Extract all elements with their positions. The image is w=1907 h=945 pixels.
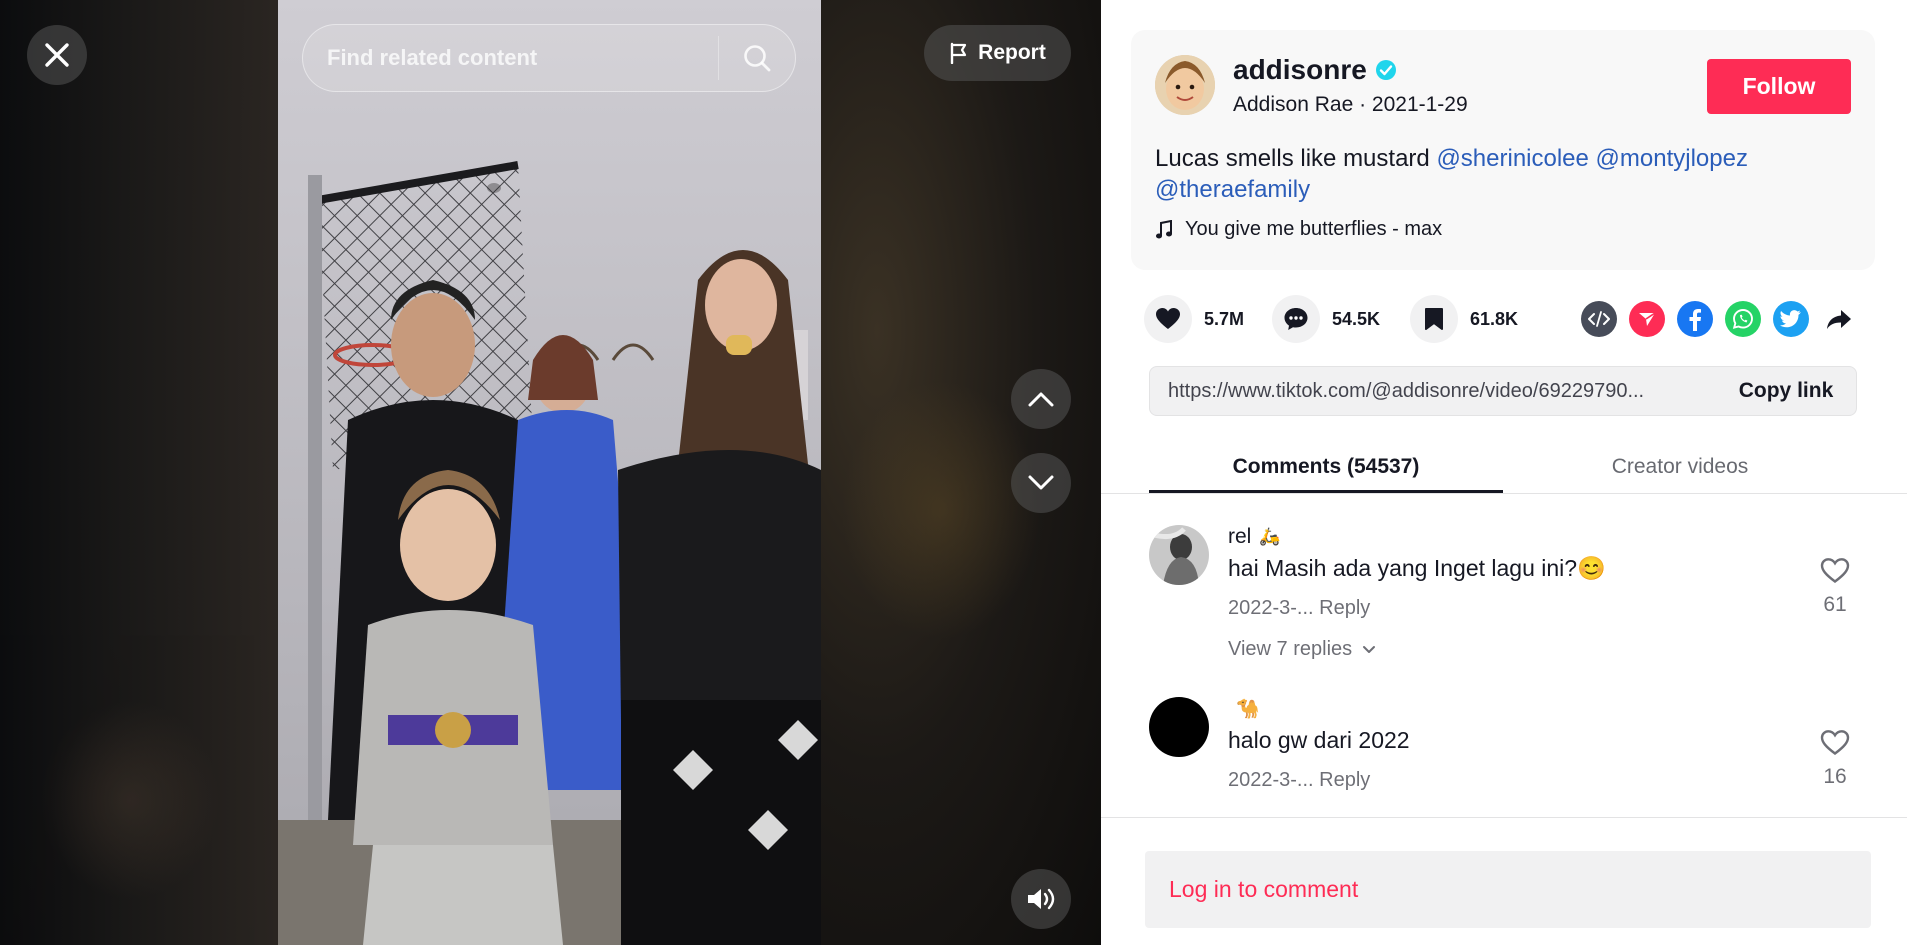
like-button[interactable] — [1144, 295, 1192, 343]
comment-meta: 2022-3-... Reply — [1228, 769, 1370, 792]
close-icon — [45, 43, 69, 67]
author-username[interactable]: addisonre — [1233, 54, 1397, 86]
bookmark-icon — [1425, 308, 1443, 330]
search-input[interactable] — [303, 24, 718, 92]
mention-link[interactable]: @theraefamily — [1155, 176, 1310, 203]
video-link-field[interactable]: https://www.tiktok.com/@addisonre/video/… — [1149, 366, 1857, 416]
author-display-name: Addison Rae — [1233, 93, 1354, 116]
commenter-avatar[interactable] — [1149, 525, 1209, 585]
more-share-button[interactable] — [1821, 301, 1857, 337]
divider — [1101, 817, 1907, 818]
heart-icon — [1156, 308, 1180, 329]
search-bar[interactable] — [302, 24, 796, 92]
music-note-icon — [1156, 219, 1172, 238]
facebook-icon — [1689, 309, 1701, 331]
comment-button[interactable] — [1272, 295, 1320, 343]
details-panel: addisonre Addison Rae · 2021-1-29 Follow… — [1101, 0, 1907, 945]
comment-like-button[interactable]: 16 — [1811, 729, 1859, 789]
video-scene-illustration — [278, 0, 821, 945]
embed-icon — [1588, 311, 1610, 327]
next-video-button[interactable] — [1011, 453, 1071, 513]
music-link[interactable]: You give me butterflies - max — [1155, 218, 1442, 241]
comment-date: 2022-3-... — [1228, 769, 1314, 791]
embed-button[interactable] — [1581, 301, 1617, 337]
video-link-url[interactable]: https://www.tiktok.com/@addisonre/video/… — [1150, 380, 1716, 403]
twitter-icon — [1780, 310, 1801, 328]
description-text: Lucas smells like mustard — [1155, 145, 1437, 172]
comment-like-button[interactable]: 61 — [1811, 557, 1859, 617]
commenter-avatar[interactable] — [1149, 697, 1209, 757]
save-stat: 61.8K — [1410, 295, 1518, 343]
commenter-name-emoji: 🐪 — [1236, 699, 1260, 720]
author-avatar-image — [1155, 55, 1215, 115]
send-to-friends-button[interactable] — [1629, 301, 1665, 337]
comment-stat: 54.5K — [1272, 295, 1380, 343]
mention-link[interactable]: @sherinicolee — [1436, 145, 1588, 172]
comment-meta: 2022-3-... Reply — [1228, 597, 1370, 620]
comment-text: halo gw dari 2022 — [1228, 727, 1410, 753]
whatsapp-icon — [1732, 309, 1753, 329]
reply-button[interactable]: Reply — [1319, 769, 1370, 791]
post-date: 2021-1-29 — [1371, 93, 1468, 116]
music-title: You give me butterflies - max — [1185, 218, 1443, 240]
save-button[interactable] — [1410, 295, 1458, 343]
commenter-name-emoji: 🛵 — [1259, 527, 1281, 546]
chevron-up-icon — [1028, 392, 1054, 407]
author-avatar[interactable] — [1155, 55, 1215, 115]
comment-bubble-icon — [1284, 308, 1308, 330]
flag-icon — [950, 42, 967, 64]
follow-button[interactable]: Follow — [1707, 59, 1851, 114]
volume-button[interactable] — [1011, 869, 1071, 929]
share-facebook-button[interactable] — [1677, 301, 1713, 337]
view-replies-label: View 7 replies — [1228, 638, 1353, 660]
tab-comments[interactable]: Comments (54537) — [1149, 443, 1503, 493]
author-username-text: addisonre — [1233, 54, 1367, 85]
commenter-avatar-image — [1149, 525, 1209, 585]
comment-like-count: 16 — [1823, 765, 1847, 788]
like-stat: 5.7M — [1144, 295, 1244, 343]
heart-outline-icon — [1820, 558, 1850, 583]
comment-like-count: 61 — [1823, 593, 1847, 616]
share-whatsapp-button[interactable] — [1725, 301, 1761, 337]
video-player[interactable]: Report — [0, 0, 1101, 945]
meta-separator: · — [1359, 93, 1372, 116]
speaker-icon — [1028, 888, 1055, 910]
copy-link-button[interactable]: Copy link — [1716, 367, 1856, 415]
share-arrow-icon — [1827, 310, 1851, 329]
comment-date: 2022-3-... — [1228, 597, 1314, 619]
reply-button[interactable]: Reply — [1319, 597, 1370, 619]
send-icon — [1639, 312, 1656, 326]
mention-link[interactable]: @montyjlopez — [1596, 145, 1748, 172]
video-info-card: addisonre Addison Rae · 2021-1-29 Follow… — [1131, 30, 1875, 270]
view-replies-button[interactable]: View 7 replies — [1228, 638, 1376, 661]
close-button[interactable] — [27, 25, 87, 85]
verified-badge-icon — [1375, 60, 1396, 80]
comment-tabs: Comments (54537) Creator videos — [1101, 443, 1907, 494]
video-description: Lucas smells like mustard @sherinicolee … — [1155, 143, 1835, 205]
comment-text: hai Masih ada yang Inget lagu ini?😊 — [1228, 555, 1606, 581]
report-label: Report — [978, 41, 1046, 64]
like-count: 5.7M — [1204, 308, 1245, 329]
commenter-username[interactable]: rel 🛵 — [1228, 525, 1281, 549]
login-to-comment-button[interactable]: Log in to comment — [1145, 851, 1871, 928]
author-meta: Addison Rae · 2021-1-29 — [1233, 93, 1468, 117]
chevron-down-icon — [1028, 475, 1054, 490]
search-icon — [744, 45, 771, 72]
chevron-down-icon — [1363, 646, 1376, 653]
tab-creator-videos[interactable]: Creator videos — [1503, 443, 1857, 491]
heart-outline-icon — [1820, 730, 1850, 755]
previous-video-button[interactable] — [1011, 369, 1071, 429]
video-blur-background-left — [0, 0, 278, 945]
save-count: 61.8K — [1470, 308, 1519, 329]
commenter-username[interactable]: 🐪 — [1228, 697, 1260, 721]
search-button[interactable] — [719, 25, 795, 91]
report-button[interactable]: Report — [924, 25, 1071, 81]
comment-count: 54.5K — [1332, 308, 1381, 329]
share-twitter-button[interactable] — [1773, 301, 1809, 337]
video-frame[interactable] — [278, 0, 821, 945]
commenter-name: rel — [1228, 525, 1252, 548]
